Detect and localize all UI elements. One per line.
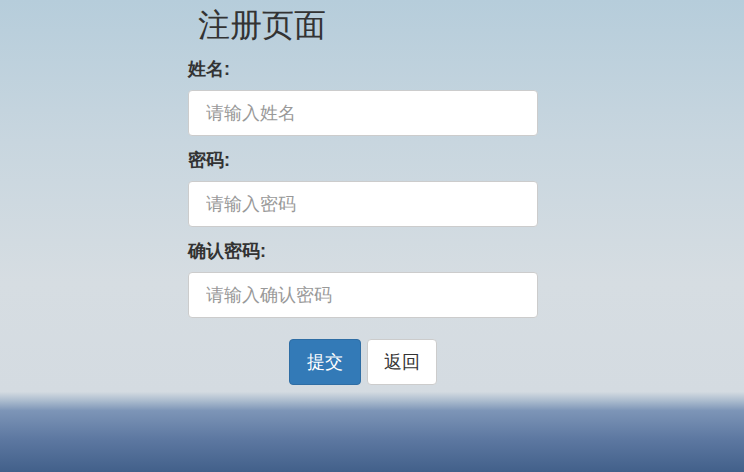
page-title: 注册页面 bbox=[198, 4, 538, 46]
register-page: 注册页面姓名: 密码: 确认密码: 提交返回 bbox=[0, 0, 744, 472]
form-field: 确认密码: bbox=[188, 240, 538, 318]
back-button[interactable]: 返回 bbox=[367, 339, 437, 385]
form-field: 姓名: bbox=[188, 58, 538, 136]
field-label: 密码: bbox=[188, 149, 538, 171]
form-field: 密码: bbox=[188, 149, 538, 227]
field-input[interactable] bbox=[188, 272, 538, 318]
field-input[interactable] bbox=[188, 181, 538, 227]
field-input[interactable] bbox=[188, 90, 538, 136]
field-label: 确认密码: bbox=[188, 240, 538, 262]
submit-button[interactable]: 提交 bbox=[289, 339, 361, 385]
register-form: 注册页面姓名: 密码: 确认密码: 提交返回 bbox=[188, 0, 538, 385]
button-row: 提交返回 bbox=[188, 339, 538, 385]
field-label: 姓名: bbox=[188, 58, 538, 80]
